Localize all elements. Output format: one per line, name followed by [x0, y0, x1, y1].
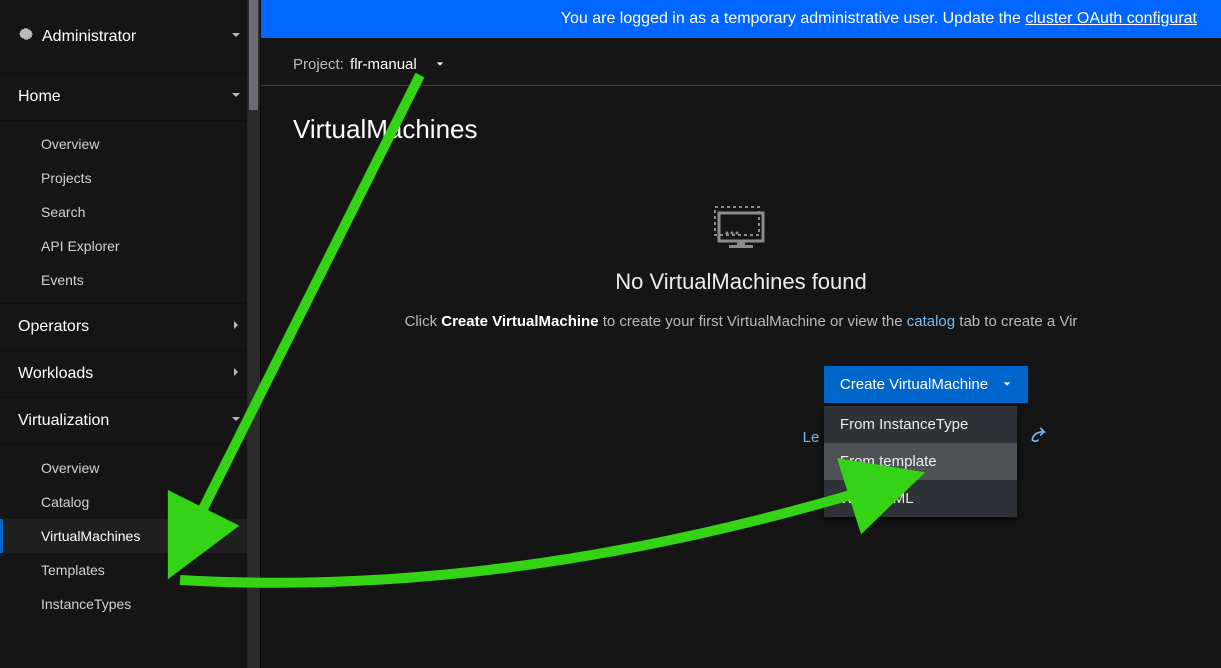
scrollbar-thumb[interactable]	[249, 0, 258, 110]
text: to create your first VirtualMachine or v…	[599, 313, 907, 330]
top-banner: You are logged in as a temporary adminis…	[261, 0, 1221, 38]
label: From InstanceType	[840, 416, 968, 433]
label: API Explorer	[41, 238, 120, 254]
sidebar-section-virtualization[interactable]: Virtualization	[0, 398, 260, 445]
perspective-label: Administrator	[42, 28, 136, 46]
chevron-down-icon	[230, 88, 242, 106]
perspective-switcher[interactable]: Administrator	[0, 0, 260, 74]
quickstart-icon[interactable]	[1029, 425, 1049, 449]
home-subitems: Overview Projects Search API Explorer Ev…	[0, 121, 260, 304]
banner-link[interactable]: cluster OAuth configurat	[1025, 10, 1197, 27]
label: Catalog	[41, 494, 89, 510]
empty-state-icon	[711, 201, 771, 249]
sidebar-item-search[interactable]: Search	[0, 195, 260, 229]
label: Events	[41, 272, 84, 288]
learn-link-trunc[interactable]: Le	[803, 429, 820, 446]
sidebar-item-virtualmachines[interactable]: VirtualMachines	[0, 519, 260, 553]
create-virtualmachine-button[interactable]: Create VirtualMachine	[824, 366, 1028, 403]
chevron-down-icon	[230, 28, 242, 46]
gear-icon	[18, 26, 34, 47]
sidebar-item-events[interactable]: Events	[0, 263, 260, 297]
chevron-right-icon	[230, 318, 242, 336]
section-label: Operators	[18, 318, 89, 336]
sidebar-section-home[interactable]: Home	[0, 74, 260, 121]
label: With YAML	[840, 490, 914, 507]
text: Click	[405, 313, 442, 330]
menu-item-from-template[interactable]: From template	[824, 443, 1017, 480]
sidebar-item-catalog[interactable]: Catalog	[0, 485, 260, 519]
text-bold: Create VirtualMachine	[441, 313, 598, 330]
chevron-right-icon	[230, 365, 242, 383]
sidebar-item-projects[interactable]: Projects	[0, 161, 260, 195]
label: Search	[41, 204, 85, 220]
label: Overview	[41, 136, 99, 152]
sidebar-item-virt-overview[interactable]: Overview	[0, 451, 260, 485]
text: tab to create a Vir	[955, 313, 1077, 330]
empty-title: No VirtualMachines found	[615, 269, 867, 295]
sidebar-item-templates[interactable]: Templates	[0, 553, 260, 587]
button-label: Create VirtualMachine	[840, 376, 988, 393]
menu-item-with-yaml[interactable]: With YAML	[824, 480, 1017, 517]
menu-item-from-instancetype[interactable]: From InstanceType	[824, 406, 1017, 443]
label: Overview	[41, 460, 99, 476]
catalog-link[interactable]: catalog	[907, 313, 955, 330]
sidebar: Administrator Home Overview Projects Sea…	[0, 0, 261, 668]
create-menu: From InstanceType From template With YAM…	[824, 406, 1017, 517]
label: Templates	[41, 562, 105, 578]
sidebar-section-workloads[interactable]: Workloads	[0, 351, 260, 398]
project-selector[interactable]: Project: flr-manual	[261, 38, 1221, 86]
sidebar-item-overview[interactable]: Overview	[0, 127, 260, 161]
page-title: VirtualMachines	[293, 114, 1189, 145]
chevron-down-icon	[1002, 376, 1012, 393]
main: You are logged in as a temporary adminis…	[261, 0, 1221, 668]
sidebar-section-operators[interactable]: Operators	[0, 304, 260, 351]
virtualization-subitems: Overview Catalog VirtualMachines Templat…	[0, 445, 260, 627]
section-label: Workloads	[18, 365, 93, 383]
label: From template	[840, 453, 937, 470]
project-name: flr-manual	[350, 56, 417, 73]
project-prefix: Project:	[293, 56, 344, 73]
section-label: Virtualization	[18, 412, 109, 430]
sidebar-item-api-explorer[interactable]: API Explorer	[0, 229, 260, 263]
empty-subtitle: Click Create VirtualMachine to create yo…	[405, 313, 1078, 330]
chevron-down-icon	[421, 56, 445, 73]
section-label: Home	[18, 88, 61, 106]
sidebar-item-instancetypes[interactable]: InstanceTypes	[0, 587, 260, 621]
label: InstanceTypes	[41, 596, 131, 612]
chevron-down-icon	[230, 412, 242, 430]
label: VirtualMachines	[41, 528, 140, 544]
scrollbar-track	[247, 0, 260, 668]
banner-text: You are logged in as a temporary adminis…	[561, 10, 1026, 27]
label: Projects	[41, 170, 92, 186]
